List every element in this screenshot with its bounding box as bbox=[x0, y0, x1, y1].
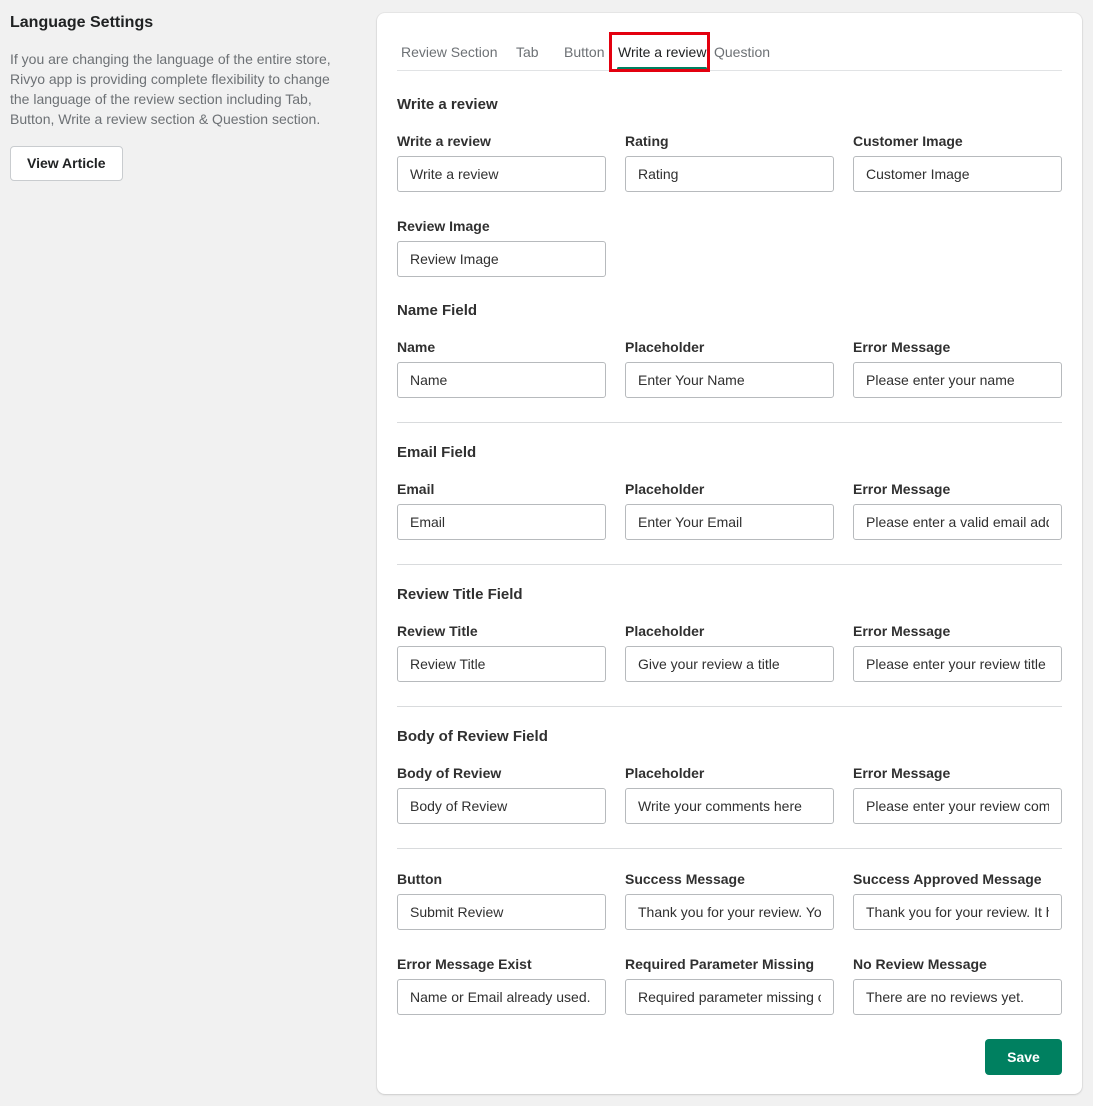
tab-bar: Review Section Tab Button Write a review… bbox=[397, 39, 1062, 71]
button-text-input[interactable] bbox=[397, 894, 606, 930]
required-parameter-missing-input[interactable] bbox=[625, 979, 834, 1015]
review-image-input[interactable] bbox=[397, 241, 606, 277]
tab-write-a-review[interactable]: Write a review bbox=[617, 44, 708, 70]
active-tab-indicator bbox=[617, 67, 708, 70]
field-label: Error Message bbox=[853, 623, 951, 639]
field-label: Review Image bbox=[397, 218, 490, 234]
field-label: Placeholder bbox=[625, 623, 705, 639]
field-label: Required Parameter Missing bbox=[625, 956, 815, 972]
tab-label: Button bbox=[564, 44, 605, 60]
divider bbox=[397, 848, 1062, 849]
settings-description: If you are changing the language of the … bbox=[10, 51, 331, 127]
field-label: Review Title bbox=[397, 623, 478, 639]
field-label: Name bbox=[397, 339, 436, 355]
name-input[interactable] bbox=[397, 362, 606, 398]
review-title-placeholder-input[interactable] bbox=[625, 646, 834, 682]
review-title-input[interactable] bbox=[397, 646, 606, 682]
name-placeholder-input[interactable] bbox=[625, 362, 834, 398]
field-label: Button bbox=[397, 871, 443, 887]
rating-input[interactable] bbox=[625, 156, 834, 192]
settings-card: Review Section Tab Button Write a review… bbox=[377, 13, 1082, 1094]
save-button[interactable]: Save bbox=[985, 1039, 1062, 1075]
customer-image-input[interactable] bbox=[853, 156, 1062, 192]
tab-tab[interactable]: Tab bbox=[516, 44, 539, 60]
field-label: Placeholder bbox=[625, 481, 705, 497]
tab-question[interactable]: Question bbox=[714, 44, 770, 60]
body-error-input[interactable] bbox=[853, 788, 1062, 824]
section-title-review-title-field: Review Title Field bbox=[397, 586, 523, 603]
section-title-write-a-review: Write a review bbox=[397, 96, 498, 113]
field-label: Error Message bbox=[853, 339, 951, 355]
section-title-body-of-review-field: Body of Review Field bbox=[397, 728, 548, 745]
tab-label: Tab bbox=[516, 44, 539, 60]
divider bbox=[397, 422, 1062, 423]
field-label: No Review Message bbox=[853, 956, 987, 972]
section-title-email-field: Email Field bbox=[397, 444, 477, 461]
field-label: Success Approved Message bbox=[853, 871, 1042, 887]
success-approved-message-input[interactable] bbox=[853, 894, 1062, 930]
review-title-error-input[interactable] bbox=[853, 646, 1062, 682]
field-label: Placeholder bbox=[625, 339, 705, 355]
section-title-name-field: Name Field bbox=[397, 302, 478, 319]
tab-label: Question bbox=[714, 44, 771, 60]
field-label: Error Message bbox=[853, 765, 951, 781]
no-review-message-input[interactable] bbox=[853, 979, 1062, 1015]
language-settings-panel: Language Settings If you are changing th… bbox=[10, 12, 350, 181]
field-label: Email bbox=[397, 481, 435, 497]
view-article-button[interactable]: View Article bbox=[10, 146, 123, 181]
field-label: Customer Image bbox=[853, 133, 963, 149]
success-message-input[interactable] bbox=[625, 894, 834, 930]
body-of-review-input[interactable] bbox=[397, 788, 606, 824]
field-label: Write a review bbox=[397, 133, 491, 149]
field-label: Error Message bbox=[853, 481, 951, 497]
email-input[interactable] bbox=[397, 504, 606, 540]
error-message-exist-input[interactable] bbox=[397, 979, 606, 1015]
tab-review-section[interactable]: Review Section bbox=[401, 44, 498, 60]
body-placeholder-input[interactable] bbox=[625, 788, 834, 824]
tab-button[interactable]: Button bbox=[564, 44, 604, 60]
email-error-input[interactable] bbox=[853, 504, 1062, 540]
field-label: Rating bbox=[625, 133, 669, 149]
write-a-review-input[interactable] bbox=[397, 156, 606, 192]
tab-label: Review Section bbox=[401, 44, 498, 60]
email-placeholder-input[interactable] bbox=[625, 504, 834, 540]
field-label: Error Message Exist bbox=[397, 956, 532, 972]
field-label: Placeholder bbox=[625, 765, 705, 781]
divider bbox=[397, 564, 1062, 565]
field-label: Body of Review bbox=[397, 765, 502, 781]
tab-label: Write a review bbox=[618, 44, 707, 60]
field-label: Success Message bbox=[625, 871, 745, 887]
name-error-input[interactable] bbox=[853, 362, 1062, 398]
divider bbox=[397, 706, 1062, 707]
page-title: Language Settings bbox=[10, 14, 154, 31]
